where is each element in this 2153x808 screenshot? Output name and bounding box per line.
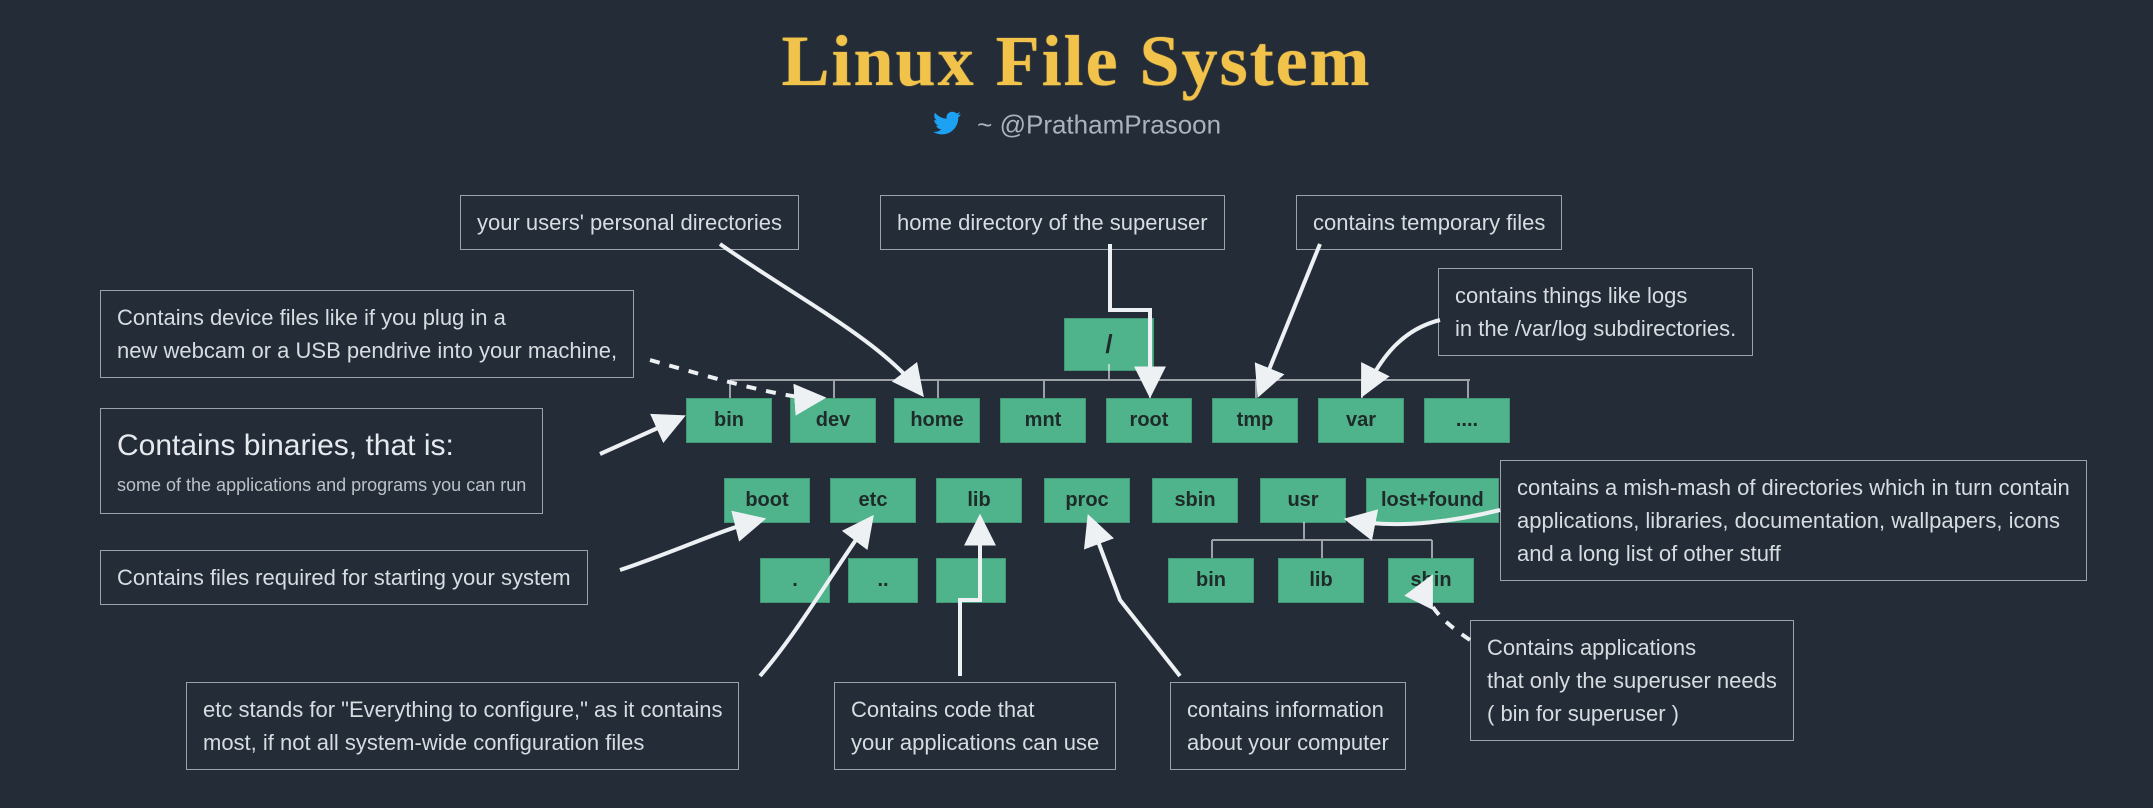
note-dev-l2: new webcam or a USB pendrive into your m… [117,338,617,363]
dir-dotdot: .. [848,558,918,603]
dir-usr-sbin: sbin [1388,558,1474,603]
dir-etc: etc [830,478,916,523]
dir-usr-bin: bin [1168,558,1254,603]
byline-prefix: ~ [977,109,999,139]
dir-dev: dev [790,398,876,443]
note-usr: contains a mish-mash of directories whic… [1500,460,2087,581]
dir-root: / [1064,318,1154,371]
note-var-l2: in the /var/log subdirectories. [1455,316,1736,341]
note-dev-l1: Contains device files like if you plug i… [117,305,506,330]
diagram-stage: Linux File System ~ @PrathamPrasoon / bi… [0,0,2153,808]
byline: ~ @PrathamPrasoon [0,108,2153,145]
note-rootdir: home directory of the superuser [880,195,1225,250]
note-bin-big: Contains binaries, that is: [117,423,526,468]
note-tmp-text: contains temporary files [1313,210,1545,235]
twitter-icon [932,108,962,145]
note-etc-l2: most, if not all system-wide configurati… [203,730,644,755]
note-usr-l3: and a long list of other stuff [1517,541,1781,566]
dir-mnt: mnt [1000,398,1086,443]
note-dev: Contains device files like if you plug i… [100,290,634,378]
note-lib: Contains code that your applications can… [834,682,1116,770]
note-bin-small: some of the applications and programs yo… [117,472,526,499]
dir-home: home [894,398,980,443]
note-boot-text: Contains files required for starting you… [117,565,571,590]
note-sbin-l2: that only the superuser needs [1487,668,1777,693]
dir-more: .... [1424,398,1510,443]
note-etc-l1: etc stands for "Everything to configure,… [203,697,722,722]
dir-boot: boot [724,478,810,523]
dir-sbin: sbin [1152,478,1238,523]
dir-usr-lib: lib [1278,558,1364,603]
note-sbin: Contains applications that only the supe… [1470,620,1794,741]
note-usr-l2: applications, libraries, documentation, … [1517,508,2060,533]
note-lib-l2: your applications can use [851,730,1099,755]
dir-bin: bin [686,398,772,443]
dir-blank [936,558,1006,603]
note-sbin-l1: Contains applications [1487,635,1696,660]
note-proc: contains information about your computer [1170,682,1406,770]
note-sbin-l3: ( bin for superuser ) [1487,701,1679,726]
dir-lib: lib [936,478,1022,523]
note-usr-l1: contains a mish-mash of directories whic… [1517,475,2070,500]
byline-handle: @PrathamPrasoon [1000,109,1222,139]
note-var-l1: contains things like logs [1455,283,1687,308]
note-etc: etc stands for "Everything to configure,… [186,682,739,770]
note-boot: Contains files required for starting you… [100,550,588,605]
note-lib-l1: Contains code that [851,697,1034,722]
note-home: your users' personal directories [460,195,799,250]
note-bin: Contains binaries, that is: some of the … [100,408,543,514]
note-tmp: contains temporary files [1296,195,1562,250]
note-home-text: your users' personal directories [477,210,782,235]
dir-tmp: tmp [1212,398,1298,443]
diagram-title: Linux File System [0,20,2153,103]
dir-lostfound: lost+found [1366,478,1499,523]
dir-dot: . [760,558,830,603]
note-proc-l2: about your computer [1187,730,1389,755]
note-proc-l1: contains information [1187,697,1384,722]
dir-root-dir: root [1106,398,1192,443]
note-rootdir-text: home directory of the superuser [897,210,1208,235]
dir-usr: usr [1260,478,1346,523]
dir-var: var [1318,398,1404,443]
note-var: contains things like logs in the /var/lo… [1438,268,1753,356]
dir-proc: proc [1044,478,1130,523]
